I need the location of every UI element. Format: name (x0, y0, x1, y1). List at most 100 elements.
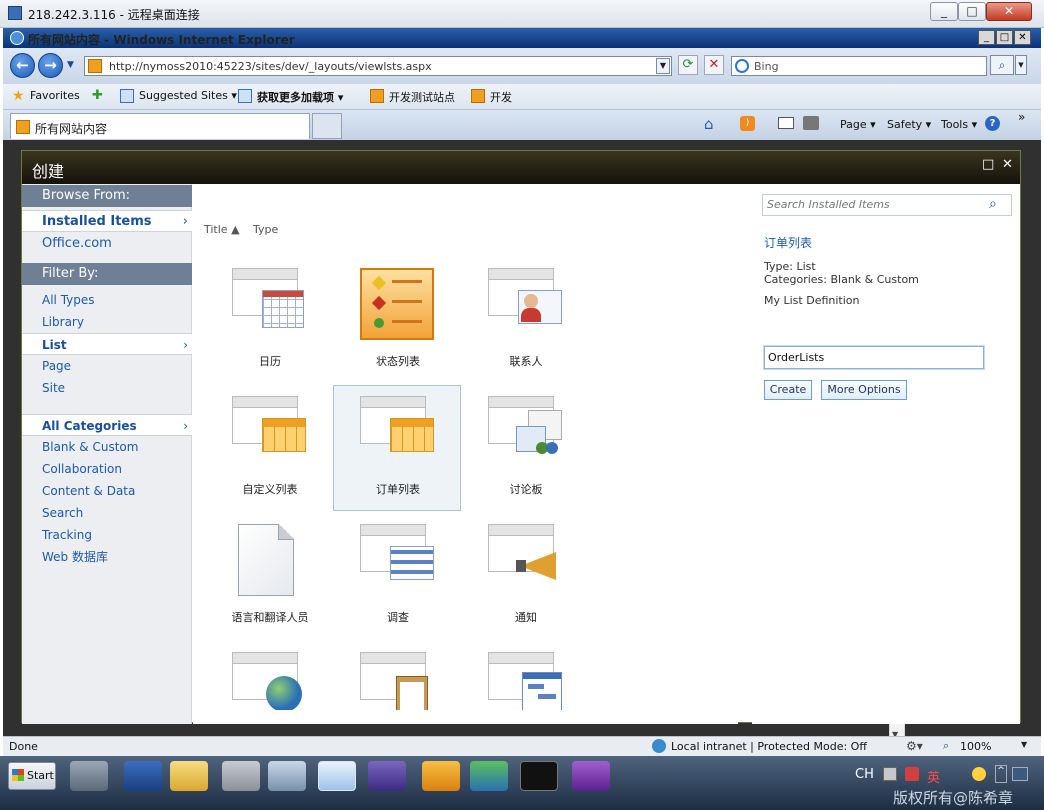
suggested-sites-icon (120, 89, 134, 103)
selected-template-categories: Categories: Blank & Custom (764, 273, 919, 286)
ie-close-button[interactable]: ✕ (1014, 30, 1031, 45)
filter-page[interactable]: Page (22, 355, 192, 377)
refresh-icon[interactable]: ⟳ (678, 55, 698, 75)
category-all[interactable]: All Categories › (22, 414, 192, 436)
history-dropdown-icon[interactable]: ▼ (67, 60, 74, 70)
template-tile[interactable]: 讨论板 (461, 385, 589, 511)
ie-minimize-button[interactable]: _ (978, 30, 995, 45)
template-tile[interactable] (333, 641, 461, 711)
rdp-close-button[interactable]: ✕ (986, 2, 1032, 21)
tab-all-site-content[interactable]: 所有网站内容 (10, 113, 310, 139)
globe-list-icon (232, 652, 308, 710)
category-blank-custom[interactable]: Blank & Custom (22, 436, 192, 458)
template-tile[interactable]: 状态列表 (333, 257, 461, 383)
favorite-dev-test-site-link[interactable]: 开发测试站点 (389, 89, 455, 105)
visual-studio-icon[interactable] (368, 761, 406, 791)
command-prompt-icon[interactable] (520, 761, 558, 791)
rss-feed-icon[interactable]: ) (740, 116, 755, 131)
bing-search-input[interactable]: Bing (731, 56, 987, 76)
ime-grid-icon[interactable] (883, 767, 897, 781)
powershell-icon[interactable] (124, 761, 162, 791)
dialog-maximize-button[interactable]: □ (982, 157, 994, 172)
zoom-level[interactable]: 100% (960, 740, 991, 753)
filter-all-types[interactable]: All Types (22, 289, 192, 311)
suggested-sites-link[interactable]: Suggested Sites ▾ (139, 89, 237, 102)
address-dropdown-icon[interactable]: ▼ (656, 58, 670, 74)
zoom-dropdown-icon[interactable]: ▼ (1021, 740, 1027, 749)
address-bar[interactable]: http://nymoss2010:45223/sites/dev/_layou… (84, 56, 672, 76)
more-commands-icon[interactable]: » (1018, 110, 1025, 124)
back-arrow-icon[interactable]: ← (10, 53, 35, 78)
template-tile[interactable]: 日历 (205, 257, 333, 383)
ime-switch-icon[interactable] (905, 767, 919, 781)
template-label: 讨论板 (509, 483, 543, 496)
template-tile[interactable] (205, 641, 333, 711)
add-favorite-icon[interactable]: ✚ (92, 88, 103, 103)
category-web-database[interactable]: Web 数据库 (22, 546, 192, 568)
internet-explorer-icon[interactable] (318, 761, 356, 791)
category-collaboration[interactable]: Collaboration (22, 458, 192, 480)
dialog-close-button[interactable]: ✕ (1002, 157, 1013, 172)
rdp-minimize-button[interactable]: _ (930, 2, 958, 21)
search-go-icon[interactable]: ⌕ (990, 55, 1014, 75)
sql-icon[interactable] (470, 761, 508, 791)
page-menu[interactable]: Page ▾ (840, 118, 876, 131)
tools-icon[interactable] (422, 761, 460, 791)
ime-mode[interactable]: 英 (927, 767, 940, 786)
ie-status-bar (3, 736, 1041, 756)
template-tile[interactable]: 语言和翻译人员 (205, 513, 333, 639)
browse-installed-items[interactable]: Installed Items › (22, 210, 192, 232)
create-button[interactable]: Create (764, 380, 812, 400)
help-icon[interactable]: ? (985, 116, 1000, 131)
show-hidden-icons-icon[interactable]: ^ (995, 765, 1007, 783)
infopath-icon[interactable] (572, 761, 610, 791)
template-tile[interactable] (461, 641, 589, 711)
windows-logo-icon (12, 769, 24, 781)
ie-maximize-button[interactable]: □ (996, 30, 1013, 45)
search-icon[interactable]: ⌕ (989, 196, 997, 212)
category-tracking[interactable]: Tracking (22, 524, 192, 546)
dialog-title-bar: 创建 □ ✕ (22, 151, 1020, 184)
list-name-input[interactable] (764, 346, 984, 369)
search-options-icon[interactable]: ▼ (1015, 55, 1027, 75)
category-search[interactable]: Search (22, 502, 192, 524)
sort-by-type[interactable]: Type (253, 223, 278, 236)
forward-arrow-icon[interactable]: → (38, 53, 63, 78)
template-tile[interactable]: 调查 (333, 513, 461, 639)
browse-office-com[interactable]: Office.com (22, 233, 192, 255)
filter-site[interactable]: Site (22, 377, 192, 399)
ime-settings-icon[interactable] (972, 767, 986, 781)
safety-menu[interactable]: Safety ▾ (887, 118, 931, 131)
filter-list[interactable]: List › (22, 333, 192, 355)
favorites-button[interactable]: Favorites (30, 89, 80, 102)
tools-menu[interactable]: Tools ▾ (941, 118, 977, 131)
template-label: 联系人 (509, 355, 543, 368)
server-manager-icon[interactable] (70, 761, 108, 791)
new-tab-button[interactable] (312, 113, 342, 139)
more-options-button[interactable]: More Options (821, 380, 907, 400)
home-icon[interactable]: ⌂ (704, 115, 714, 133)
rdp-maximize-button[interactable]: □ (958, 2, 986, 21)
favorite-dev-link[interactable]: 开发 (490, 89, 512, 105)
filter-library[interactable]: Library (22, 311, 192, 333)
explorer-folder-icon[interactable] (170, 761, 208, 791)
installed-items-search[interactable]: Search Installed Items ⌕ (762, 194, 1012, 216)
get-addons-link[interactable]: 获取更多加载项 ▾ (257, 89, 343, 105)
zoom-icon[interactable]: ⌕ (943, 739, 949, 753)
template-tile[interactable]: 自定义列表 (205, 385, 333, 511)
template-tile-selected[interactable]: 订单列表 (333, 385, 461, 511)
sort-by-title[interactable]: Title ▲ (204, 223, 240, 236)
bing-placeholder: Bing (754, 60, 779, 73)
stop-icon[interactable]: ✕ (704, 55, 724, 75)
template-tile[interactable]: 联系人 (461, 257, 589, 383)
mail-icon[interactable] (778, 117, 794, 129)
services-gear-icon[interactable] (268, 761, 306, 791)
chevron-right-icon: › (183, 338, 188, 352)
language-indicator[interactable]: CH (855, 767, 874, 782)
protected-mode-icon[interactable]: ⚙▾ (906, 739, 923, 753)
template-tile[interactable]: 通知 (461, 513, 589, 639)
print-icon[interactable] (803, 116, 819, 130)
show-desktop-icon[interactable] (1012, 767, 1028, 781)
admin-tools-icon[interactable] (222, 761, 260, 791)
category-content-data[interactable]: Content & Data (22, 480, 192, 502)
